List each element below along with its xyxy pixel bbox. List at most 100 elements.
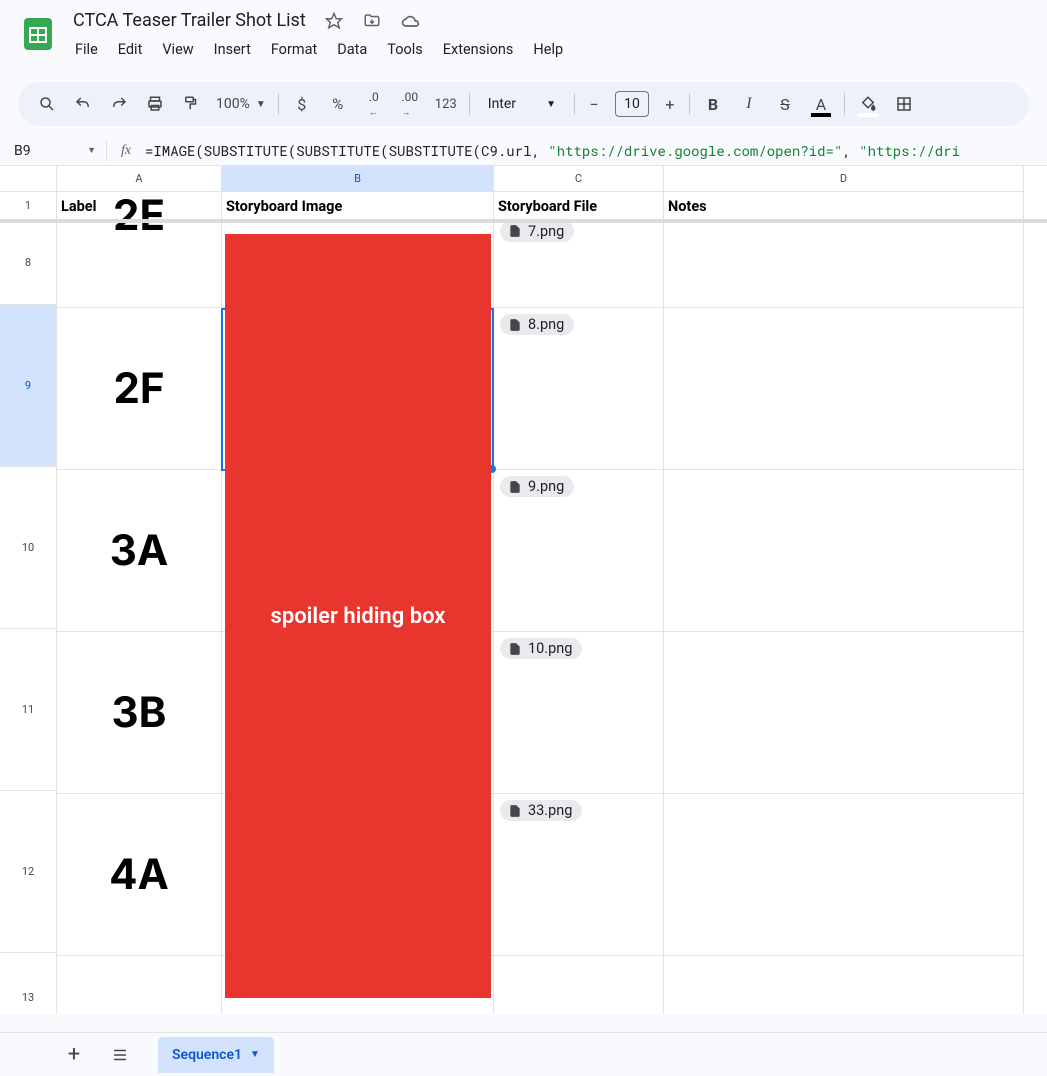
shot-label — [57, 956, 221, 1014]
separator — [574, 93, 575, 115]
header-storyboard-file[interactable]: Storyboard File — [494, 192, 664, 220]
fill-color-icon[interactable] — [851, 88, 885, 120]
menu-data[interactable]: Data — [328, 37, 376, 62]
menu-view[interactable]: View — [153, 37, 202, 62]
row-header[interactable]: 10 — [0, 467, 57, 629]
cell-label[interactable]: 3A — [57, 470, 222, 632]
menu-insert[interactable]: Insert — [205, 37, 260, 62]
row-header-1[interactable]: 1 — [0, 192, 57, 220]
select-all-corner[interactable] — [0, 166, 57, 192]
file-chip[interactable]: 8.png — [500, 314, 574, 335]
cell-label[interactable]: 2E — [57, 223, 222, 308]
font-size-input[interactable]: 10 — [615, 91, 649, 117]
add-sheet-icon[interactable]: + — [54, 1037, 94, 1073]
menu-edit[interactable]: Edit — [109, 37, 152, 62]
shot-label: 3A — [57, 470, 221, 631]
col-header-d[interactable]: D — [664, 166, 1024, 192]
row-headers: 1 8910111213 — [0, 192, 57, 1014]
move-folder-icon[interactable] — [360, 9, 384, 33]
cell-notes[interactable] — [664, 956, 1024, 1014]
cell-storyboard-file[interactable]: 9.png — [494, 470, 664, 632]
cell-label[interactable]: 3B — [57, 632, 222, 794]
increase-decimal-icon[interactable]: .00→ — [393, 88, 427, 120]
file-chip[interactable]: 10.png — [500, 638, 582, 659]
sheets-app-icon[interactable] — [18, 14, 58, 54]
menu-help[interactable]: Help — [524, 37, 572, 62]
table-row: 3B 10.png — [57, 632, 1047, 794]
spreadsheet-grid[interactable]: A B C D 1 8910111213 Label Storyboard Im… — [0, 166, 1047, 1014]
row-header[interactable]: 8 — [0, 220, 57, 305]
more-formats-icon[interactable]: 123 — [429, 88, 463, 120]
cell-storyboard-file[interactable] — [494, 956, 664, 1014]
chevron-down-icon: ▼ — [250, 1049, 260, 1060]
cell-label[interactable]: 4A — [57, 794, 222, 956]
italic-icon[interactable]: I — [732, 88, 766, 120]
fx-icon: fx — [107, 143, 145, 159]
star-icon[interactable] — [322, 9, 346, 33]
decrease-font-icon[interactable]: − — [581, 91, 607, 117]
row-header[interactable]: 13 — [0, 953, 57, 1014]
cell-storyboard-file[interactable]: 10.png — [494, 632, 664, 794]
search-menus-icon[interactable] — [30, 88, 64, 120]
menu-tools[interactable]: Tools — [378, 37, 432, 62]
decrease-decimal-icon[interactable]: .0← — [357, 88, 391, 120]
cell-storyboard-file[interactable]: 8.png — [494, 308, 664, 470]
strikethrough-icon[interactable]: S — [768, 88, 802, 120]
name-box[interactable]: B9▼ — [0, 143, 106, 159]
spoiler-overlay: spoiler hiding box — [225, 234, 491, 998]
file-chip[interactable]: 33.png — [500, 800, 582, 821]
all-sheets-icon[interactable] — [100, 1037, 140, 1073]
bold-icon[interactable]: B — [696, 88, 730, 120]
cell-notes[interactable] — [664, 632, 1024, 794]
col-header-b[interactable]: B — [222, 166, 494, 192]
separator — [469, 93, 470, 115]
cell-storyboard-file[interactable]: 7.png — [494, 223, 664, 308]
row-header[interactable]: 9 — [0, 305, 57, 467]
cell-notes[interactable] — [664, 794, 1024, 956]
cloud-status-icon[interactable] — [398, 9, 422, 33]
separator — [278, 93, 279, 115]
toolbar: 100%▼ $ % .0← .00→ 123 Inter▼ − 10 + B I… — [18, 82, 1029, 126]
paint-format-icon[interactable] — [174, 88, 208, 120]
file-chip[interactable]: 9.png — [500, 476, 574, 497]
chevron-down-icon: ▼ — [87, 145, 96, 156]
title-bar: CTCA Teaser Trailer Shot List File Edit … — [0, 0, 1047, 74]
percent-icon[interactable]: % — [321, 88, 355, 120]
col-header-a[interactable]: A — [57, 166, 222, 192]
doc-title[interactable]: CTCA Teaser Trailer Shot List — [69, 8, 310, 33]
table-row: 2F 8.png — [57, 308, 1047, 470]
cell-notes[interactable] — [664, 308, 1024, 470]
formula-bar: B9▼ fx =IMAGE(SUBSTITUTE(SUBSTITUTE(SUBS… — [0, 136, 1047, 166]
header-storyboard-image[interactable]: Storyboard Image — [222, 192, 494, 220]
cell-notes[interactable] — [664, 223, 1024, 308]
cell-notes[interactable] — [664, 470, 1024, 632]
menu-extensions[interactable]: Extensions — [434, 37, 523, 62]
cell-storyboard-file[interactable]: 33.png — [494, 794, 664, 956]
text-color-icon[interactable]: A — [804, 88, 838, 120]
separator — [844, 93, 845, 115]
print-icon[interactable] — [138, 88, 172, 120]
cell-label[interactable] — [57, 956, 222, 1014]
sheet-tab-bar: + Sequence1 ▼ — [0, 1032, 1047, 1076]
font-select[interactable]: Inter▼ — [476, 96, 568, 112]
currency-icon[interactable]: $ — [285, 88, 319, 120]
menu-format[interactable]: Format — [262, 37, 326, 62]
col-header-c[interactable]: C — [494, 166, 664, 192]
header-notes[interactable]: Notes — [664, 192, 1024, 220]
file-chip[interactable]: 7.png — [500, 221, 574, 242]
zoom-select[interactable]: 100%▼ — [210, 96, 272, 112]
frozen-row-divider[interactable] — [0, 219, 1047, 223]
shot-label: 4A — [57, 794, 221, 955]
column-headers: A B C D — [57, 166, 1024, 192]
sheet-tab-sequence1[interactable]: Sequence1 ▼ — [158, 1037, 274, 1073]
redo-icon[interactable] — [102, 88, 136, 120]
cell-label[interactable]: 2F — [57, 308, 222, 470]
borders-icon[interactable] — [887, 88, 921, 120]
row-header[interactable]: 12 — [0, 791, 57, 953]
increase-font-icon[interactable]: + — [657, 91, 683, 117]
formula-input[interactable]: =IMAGE(SUBSTITUTE(SUBSTITUTE(SUBSTITUTE(… — [145, 141, 960, 160]
undo-icon[interactable] — [66, 88, 100, 120]
table-row: 2E 7.png — [57, 223, 1047, 308]
row-header[interactable]: 11 — [0, 629, 57, 791]
menu-file[interactable]: File — [66, 37, 107, 62]
